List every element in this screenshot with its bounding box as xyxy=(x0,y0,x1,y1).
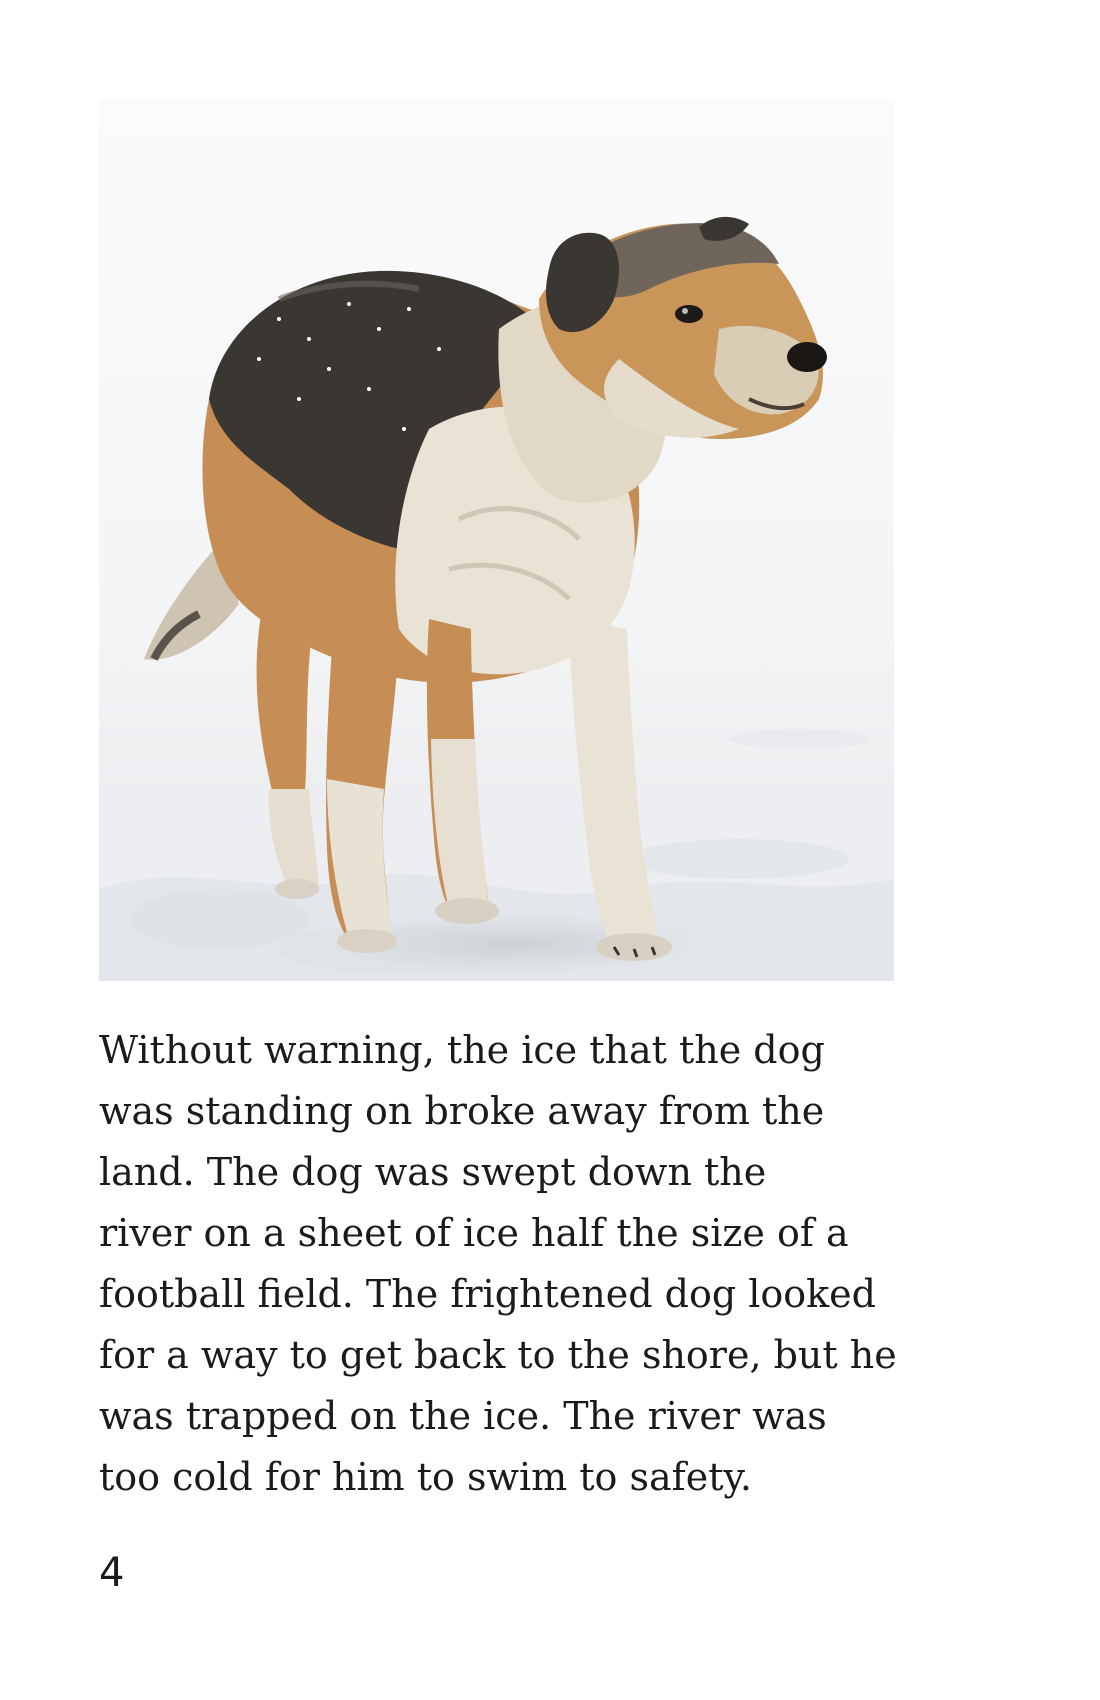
story-paragraph: Without warning, the ice that the dog wa… xyxy=(99,1020,919,1508)
story-line: too cold for him to swim to safety. xyxy=(99,1455,752,1499)
story-line: football field. The frightened dog looke… xyxy=(99,1272,876,1316)
dog-photo xyxy=(99,99,894,981)
story-line: was trapped on the ice. The river was xyxy=(99,1394,827,1438)
story-line: river on a sheet of ice half the size of… xyxy=(99,1211,849,1255)
story-line: for a way to get back to the shore, but … xyxy=(99,1333,897,1377)
story-line: Without warning, the ice that the dog xyxy=(99,1028,825,1072)
page-number: 4 xyxy=(99,1550,125,1596)
story-line: was standing on broke away from the xyxy=(99,1089,825,1133)
story-line: land. The dog was swept down the xyxy=(99,1150,767,1194)
